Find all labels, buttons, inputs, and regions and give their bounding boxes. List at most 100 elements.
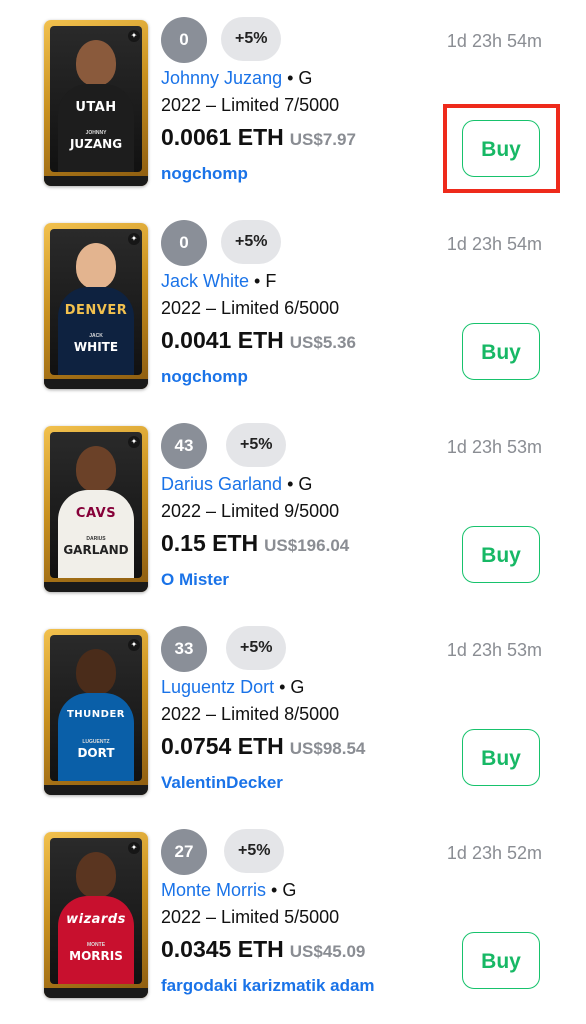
bonus-percent-badge: +5% (221, 220, 282, 264)
card-footer (44, 785, 148, 795)
player-line: Darius Garland • G (161, 474, 312, 495)
price-usd: US$196.04 (264, 536, 350, 555)
player-card-image[interactable]: CAVS DARIUS GARLAND ✦ (44, 426, 148, 592)
listing-item[interactable]: THUNDER LUGUENTZ DORT ✦ 33 +5% 1d 23h 53… (0, 609, 586, 812)
price-line: 0.15 ETH US$196.04 (161, 530, 349, 557)
bonus-percent-badge: +5% (226, 626, 287, 670)
card-last-name: JUZANG (69, 137, 123, 151)
highlight-box (443, 104, 560, 193)
price-line: 0.0041 ETH US$5.36 (161, 327, 356, 354)
card-edition: 2022 – Limited 7/5000 (161, 95, 340, 115)
time-remaining: 1d 23h 53m (446, 437, 542, 457)
player-head (76, 40, 116, 86)
price-eth: 0.0041 ETH (161, 327, 284, 353)
listing-count-badge: 0 (161, 17, 207, 63)
player-position: F (265, 271, 277, 291)
listings-list: UTAH JOHNNY JUZANG ✦ 0 +5% 1d 23h 54m Jo… (0, 0, 586, 1024)
listing-item[interactable]: CAVS DARIUS GARLAND ✦ 43 +5% 1d 23h 53m … (0, 406, 586, 609)
player-position: G (298, 474, 313, 494)
team-logo-icon: ✦ (128, 639, 140, 651)
card-first-name: DARIUS (86, 536, 106, 542)
card-art: CAVS DARIUS GARLAND (50, 432, 142, 578)
card-last-name: GARLAND (63, 543, 129, 557)
position-separator: • (287, 68, 299, 88)
seller-link[interactable]: nogchomp (161, 367, 248, 387)
price-line: 0.0345 ETH US$45.09 (161, 936, 365, 963)
listing-count-badge: 27 (161, 829, 207, 875)
position-separator: • (271, 880, 283, 900)
player-head (76, 852, 116, 898)
price-usd: US$98.54 (289, 739, 366, 758)
card-first-name: MONTE (86, 942, 106, 948)
card-team-text: THUNDER (66, 709, 125, 720)
card-edition: 2022 – Limited 6/5000 (161, 298, 340, 318)
seller-link[interactable]: O Mister (161, 570, 229, 590)
card-edition: 2022 – Limited 9/5000 (161, 501, 340, 521)
card-footer (44, 379, 148, 389)
listing-item[interactable]: UTAH JOHNNY JUZANG ✦ 0 +5% 1d 23h 54m Jo… (0, 0, 586, 203)
player-jersey (58, 84, 134, 172)
card-team-text: UTAH (75, 100, 117, 115)
buy-button[interactable]: Buy (462, 932, 540, 989)
time-remaining: 1d 23h 53m (446, 640, 542, 660)
card-first-name: JACK (89, 333, 103, 339)
price-eth: 0.0061 ETH (161, 124, 284, 150)
time-remaining: 1d 23h 52m (446, 843, 542, 863)
time-remaining: 1d 23h 54m (446, 234, 542, 254)
price-eth: 0.15 ETH (161, 530, 259, 556)
position-separator: • (279, 677, 291, 697)
price-eth: 0.0754 ETH (161, 733, 284, 759)
position-separator: • (254, 271, 266, 291)
price-usd: US$7.97 (289, 130, 356, 149)
listing-count-badge: 43 (161, 423, 207, 469)
team-logo-icon: ✦ (128, 436, 140, 448)
card-footer (44, 176, 148, 186)
seller-link[interactable]: nogchomp (161, 164, 248, 184)
card-edition: 2022 – Limited 8/5000 (161, 704, 340, 724)
player-jersey (58, 287, 134, 375)
card-art: UTAH JOHNNY JUZANG (50, 26, 142, 172)
player-name-link[interactable]: Luguentz Dort (161, 677, 274, 697)
card-art: THUNDER LUGUENTZ DORT (50, 635, 142, 781)
team-logo-icon: ✦ (128, 233, 140, 245)
player-card-image[interactable]: UTAH JOHNNY JUZANG ✦ (44, 20, 148, 186)
position-separator: • (287, 474, 299, 494)
player-line: Jack White • F (161, 271, 276, 292)
player-jersey (58, 896, 134, 984)
player-head (76, 243, 116, 289)
bonus-percent-badge: +5% (226, 423, 287, 467)
player-card-image[interactable]: THUNDER LUGUENTZ DORT ✦ (44, 629, 148, 795)
player-name-link[interactable]: Monte Morris (161, 880, 266, 900)
buy-button[interactable]: Buy (462, 729, 540, 786)
listing-count-badge: 0 (161, 220, 207, 266)
player-position: G (298, 68, 313, 88)
card-footer (44, 988, 148, 998)
bonus-percent-badge: +5% (224, 829, 285, 873)
player-name-link[interactable]: Darius Garland (161, 474, 282, 494)
player-position: G (282, 880, 297, 900)
player-line: Johnny Juzang • G (161, 68, 312, 89)
seller-link[interactable]: ValentinDecker (161, 773, 283, 793)
player-head (76, 446, 116, 492)
card-last-name: DORT (77, 746, 115, 760)
listing-item[interactable]: wizards MONTE MORRIS ✦ 27 +5% 1d 23h 52m… (0, 812, 586, 1015)
card-edition: 2022 – Limited 5/5000 (161, 907, 340, 927)
card-team-text: wizards (66, 912, 126, 927)
card-first-name: JOHNNY (85, 130, 107, 136)
price-usd: US$45.09 (289, 942, 366, 961)
card-art: DENVER JACK WHITE (50, 229, 142, 375)
player-name-link[interactable]: Jack White (161, 271, 249, 291)
buy-button[interactable]: Buy (462, 526, 540, 583)
team-logo-icon: ✦ (128, 30, 140, 42)
player-card-image[interactable]: DENVER JACK WHITE ✦ (44, 223, 148, 389)
player-jersey (58, 693, 134, 781)
price-line: 0.0061 ETH US$7.97 (161, 124, 356, 151)
buy-button[interactable]: Buy (462, 323, 540, 380)
listing-item[interactable]: DENVER JACK WHITE ✦ 0 +5% 1d 23h 54m Jac… (0, 203, 586, 406)
player-card-image[interactable]: wizards MONTE MORRIS ✦ (44, 832, 148, 998)
seller-link[interactable]: fargodaki karizmatik adam (161, 976, 375, 996)
time-remaining: 1d 23h 54m (446, 31, 542, 51)
player-name-link[interactable]: Johnny Juzang (161, 68, 282, 88)
player-position: G (290, 677, 305, 697)
bonus-percent-badge: +5% (221, 17, 282, 61)
